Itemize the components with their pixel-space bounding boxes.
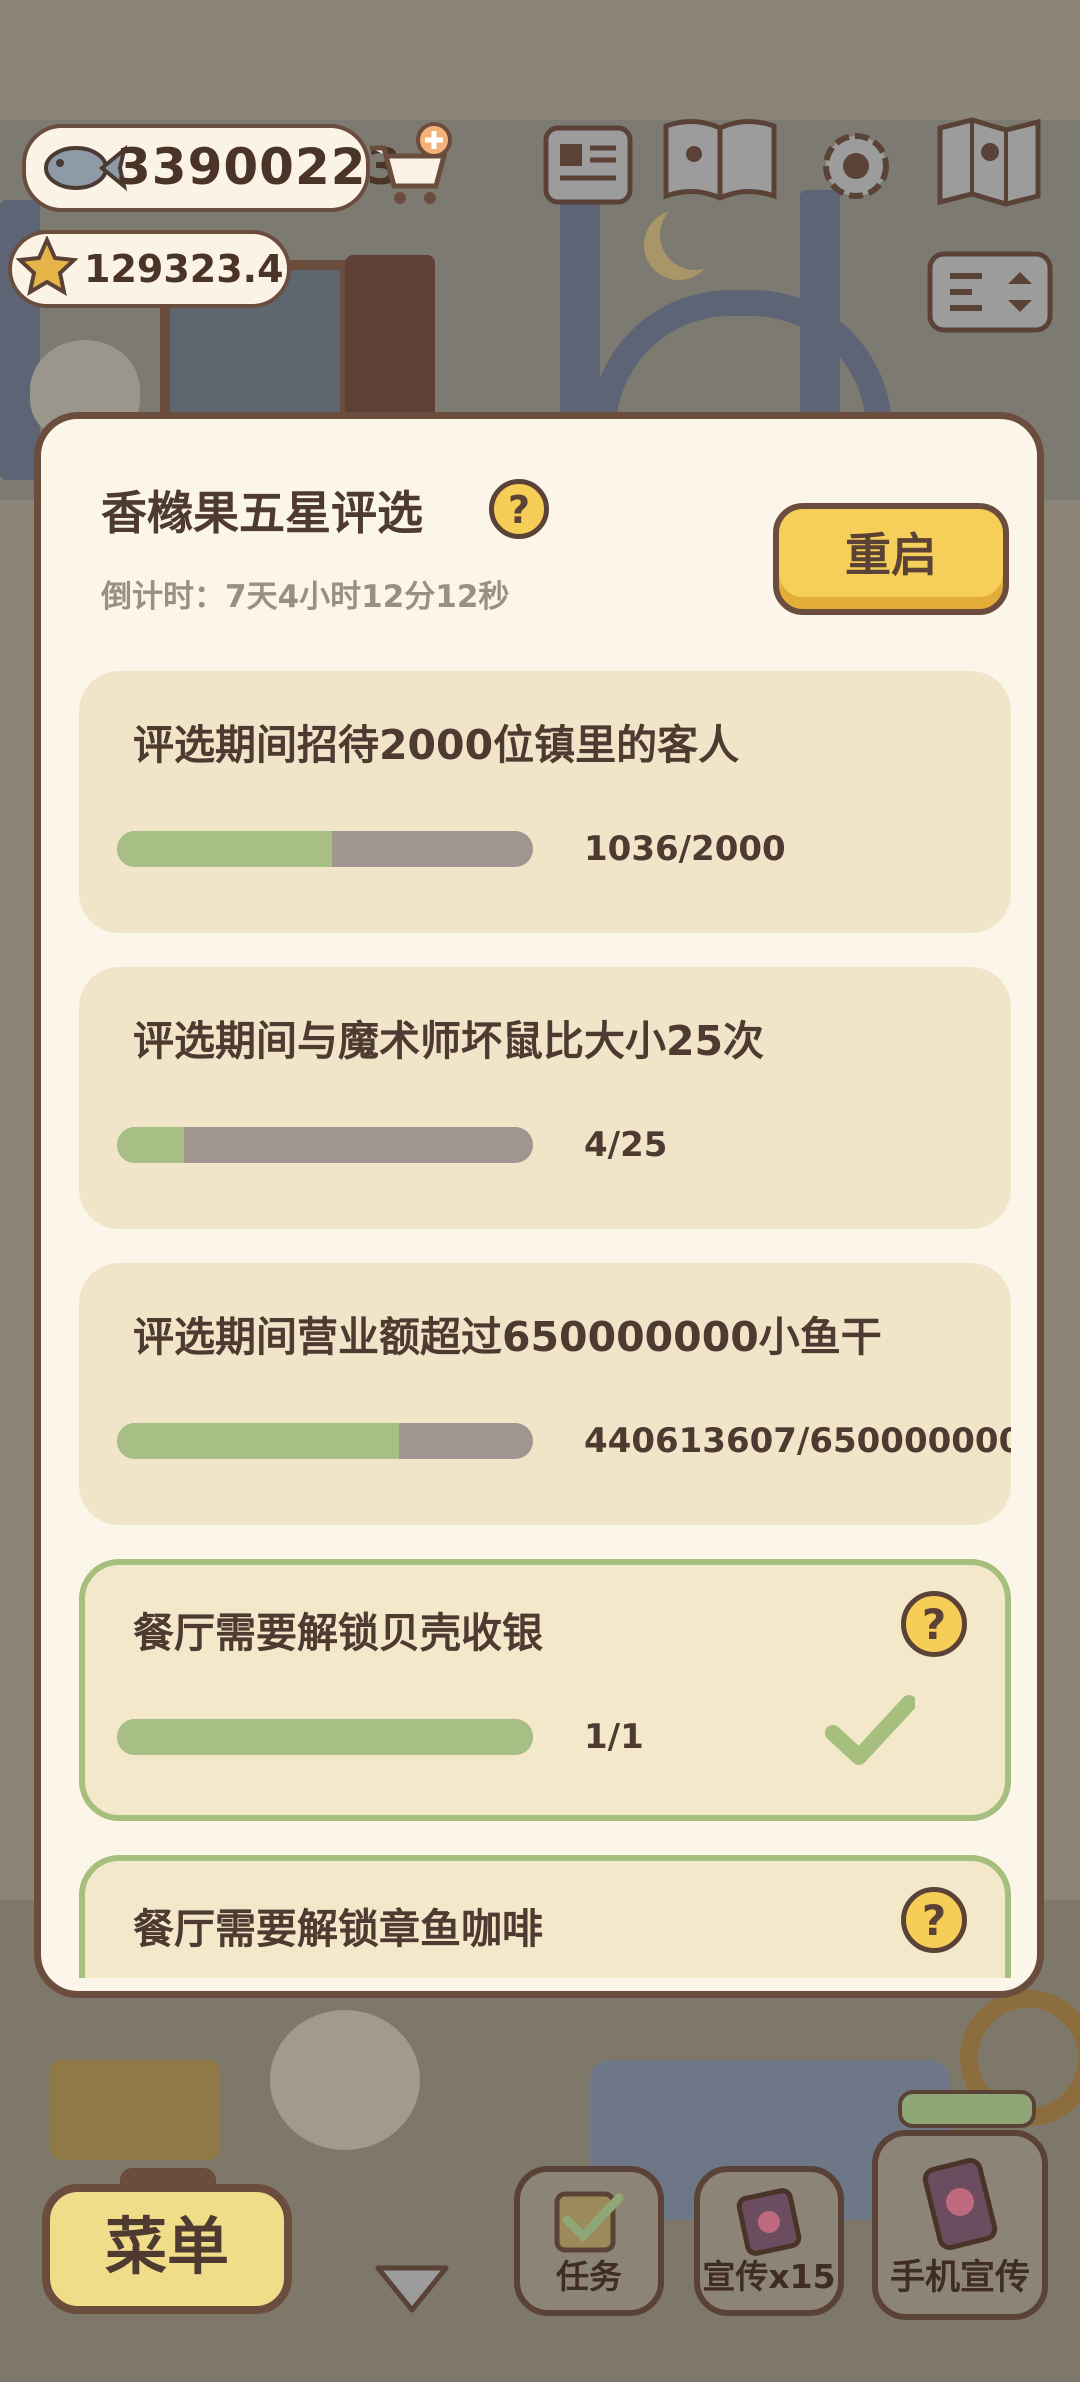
progress-fill <box>117 1423 400 1459</box>
progress-count: 1036/2000 <box>584 829 786 869</box>
fish-icon <box>44 144 128 192</box>
newspaper-icon[interactable] <box>540 118 636 214</box>
task-item: 评选期间招待2000位镇里的客人 1036/2000 <box>79 671 1011 933</box>
status-capsule <box>898 2090 1036 2128</box>
tasks-button[interactable]: 任务 <box>514 2166 664 2316</box>
help-icon[interactable]: ? <box>901 1887 967 1953</box>
menu-button[interactable]: 菜单 <box>42 2168 292 2314</box>
fish-currency-value: 33900223 <box>116 138 403 196</box>
phone-promote-label: 手机宣传 <box>889 2258 1030 2298</box>
progress-fill <box>117 1127 184 1163</box>
help-icon[interactable]: ? <box>901 1591 967 1657</box>
task-description: 评选期间招待2000位镇里的客人 <box>133 721 740 769</box>
phone-icon <box>922 2158 998 2250</box>
progress-bar <box>117 1127 533 1163</box>
progress-count: 4/25 <box>584 1125 668 1165</box>
progress-fill <box>117 1719 533 1755</box>
task-item: 评选期间与魔术师坏鼠比大小25次 4/25 <box>79 967 1011 1229</box>
promo-card-icon <box>736 2188 802 2256</box>
dialog-title: 香橼果五星评选 <box>101 486 423 540</box>
moon-decoration <box>660 200 730 270</box>
progress-bar <box>117 1423 533 1459</box>
progress-bar <box>117 831 533 867</box>
layout-toggle-icon[interactable] <box>926 250 1054 334</box>
help-icon[interactable]: ? <box>489 479 549 539</box>
progress-count: 1/1 <box>584 1717 644 1757</box>
progress-count: 440613607/650000000 <box>584 1421 1011 1461</box>
promote-button[interactable]: 宣传x15 <box>694 2166 844 2316</box>
menu-button-handle <box>120 2168 216 2188</box>
shop-cart-button[interactable] <box>362 120 454 210</box>
table <box>50 2060 220 2160</box>
task-description: 评选期间与魔术师坏鼠比大小25次 <box>133 1017 765 1065</box>
chevron-down-icon[interactable] <box>372 2258 452 2318</box>
task-item-completed: 餐厅需要解锁章鱼咖啡 ? <box>79 1855 1011 1978</box>
task-description: 餐厅需要解锁章鱼咖啡 <box>133 1905 543 1953</box>
task-list[interactable]: 评选期间招待2000位镇里的客人 1036/2000 评选期间与魔术师坏鼠比大小… <box>79 671 1011 1978</box>
map-icon[interactable] <box>934 114 1044 210</box>
star-rating-value: 129323.4 <box>84 247 284 291</box>
task-description: 餐厅需要解锁贝壳收银 <box>133 1609 543 1657</box>
checklist-icon <box>554 2191 624 2253</box>
fish-currency-display: 33900223 <box>22 124 401 212</box>
task-item: 评选期间营业额超过650000000小鱼干 440613607/65000000… <box>79 1263 1011 1525</box>
tasks-label: 任务 <box>556 2257 622 2296</box>
restart-button[interactable]: 重启 <box>773 503 1009 615</box>
star-rating-display: 129323.4 <box>8 230 291 308</box>
recipe-book-icon[interactable] <box>660 112 780 208</box>
star-icon <box>16 236 78 297</box>
cat-character <box>270 2010 420 2150</box>
progress-fill <box>117 831 333 867</box>
progress-bar <box>117 1719 533 1755</box>
promote-label: 宣传x15 <box>702 2257 836 2296</box>
task-item-completed: 餐厅需要解锁贝壳收银 ? 1/1 <box>79 1559 1011 1821</box>
phone-promote-button[interactable]: 手机宣传 <box>872 2130 1048 2320</box>
menu-label: 菜单 <box>104 2210 229 2283</box>
checkmark-icon <box>825 1695 915 1765</box>
countdown-timer: 倒计时：7天4小时12分12秒 <box>101 579 510 615</box>
curtain <box>345 255 435 430</box>
task-description: 评选期间营业额超过650000000小鱼干 <box>133 1313 882 1361</box>
five-star-review-dialog: 香橼果五星评选 ? 倒计时：7天4小时12分12秒 重启 评选期间招待2000位… <box>34 412 1044 1998</box>
gear-icon[interactable] <box>808 118 904 214</box>
